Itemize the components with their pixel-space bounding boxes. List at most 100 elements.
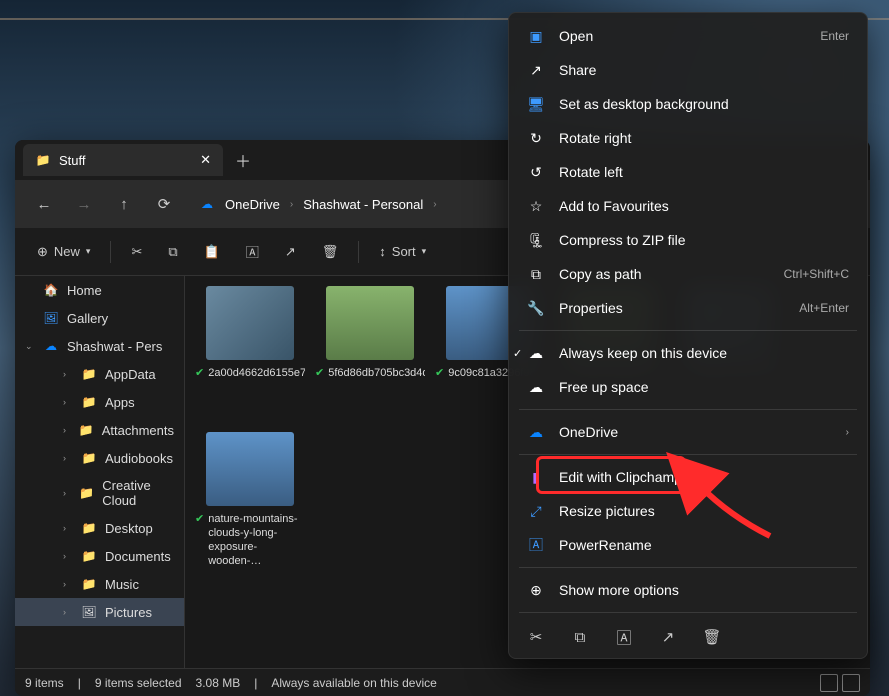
ctx-label: Compress to ZIP file bbox=[559, 232, 686, 248]
sidebar-item-label: Pictures bbox=[105, 605, 152, 620]
sidebar-item-documents[interactable]: ›📁Documents bbox=[15, 542, 184, 570]
sidebar-label: Gallery bbox=[67, 311, 108, 326]
sidebar-item-label: Attachments bbox=[102, 423, 174, 438]
ctx-resize-pictures[interactable]: ⤢ Resize pictures bbox=[515, 494, 861, 528]
ctx-copy-path[interactable]: ⧉ Copy as path Ctrl+Shift+C bbox=[515, 257, 861, 291]
ctx-rename-button[interactable]: 🄰 bbox=[613, 626, 635, 648]
copy-button[interactable]: ⧉ bbox=[158, 238, 187, 266]
ctx-add-favourites[interactable]: ☆ Add to Favourites bbox=[515, 189, 861, 223]
ctx-powerrename[interactable]: 🄰 PowerRename bbox=[515, 528, 861, 562]
new-tab-button[interactable]: ＋ bbox=[235, 148, 251, 172]
chevron-down-icon: ⌄ bbox=[25, 341, 35, 352]
share-icon: ↗ bbox=[662, 628, 675, 646]
ctx-always-keep[interactable]: ✓ ☁ Always keep on this device bbox=[515, 336, 861, 370]
chevron-right-icon: › bbox=[63, 579, 73, 589]
resize-icon: ⤢ bbox=[527, 502, 545, 520]
scissors-icon: ✂ bbox=[530, 628, 543, 646]
thumbnail-image bbox=[206, 286, 294, 360]
chevron-right-icon: › bbox=[63, 425, 71, 435]
folder-icon: 📁 bbox=[81, 576, 97, 592]
trash-icon: 🗑 bbox=[322, 244, 339, 260]
ctx-share[interactable]: ↗ Share bbox=[515, 53, 861, 87]
sidebar-item-audiobooks[interactable]: ›📁Audiobooks bbox=[15, 444, 184, 472]
sync-status-icon: ✔ bbox=[195, 512, 204, 526]
folder-icon: 📁 bbox=[79, 485, 94, 501]
sidebar-item-desktop[interactable]: ›📁Desktop bbox=[15, 514, 184, 542]
refresh-button[interactable]: ⟳ bbox=[147, 187, 181, 221]
delete-button[interactable]: 🗑 bbox=[312, 238, 349, 266]
forward-button[interactable]: → bbox=[67, 187, 101, 221]
breadcrumb-root[interactable]: OneDrive bbox=[225, 197, 280, 212]
copy-icon: ⧉ bbox=[575, 629, 586, 646]
ctx-rotate-right[interactable]: ↻ Rotate right bbox=[515, 121, 861, 155]
back-button[interactable]: ← bbox=[27, 187, 61, 221]
context-menu: ▣ Open Enter ↗ Share 🖥 Set as desktop ba… bbox=[508, 12, 868, 659]
sidebar-item-label: Desktop bbox=[105, 521, 153, 536]
chevron-right-icon: › bbox=[63, 369, 73, 379]
ctx-clipchamp[interactable]: ▮ Edit with Clipchamp bbox=[515, 460, 861, 494]
ctx-label: PowerRename bbox=[559, 537, 652, 553]
view-details-button[interactable] bbox=[820, 674, 838, 692]
ctx-set-background[interactable]: 🖥 Set as desktop background bbox=[515, 87, 861, 121]
ctx-compress-zip[interactable]: 🗜 Compress to ZIP file bbox=[515, 223, 861, 257]
ctx-share-button[interactable]: ↗ bbox=[657, 626, 679, 648]
new-label: New bbox=[54, 244, 80, 259]
sidebar-item-label: Creative Cloud bbox=[102, 478, 174, 508]
ctx-accel: Enter bbox=[820, 29, 849, 43]
ctx-bottom-bar: ✂ ⧉ 🄰 ↗ 🗑 bbox=[515, 618, 861, 652]
ctx-cut-button[interactable]: ✂ bbox=[525, 626, 547, 648]
status-count: 9 items bbox=[25, 676, 64, 690]
sidebar-item-pictures[interactable]: ›🖼Pictures bbox=[15, 598, 184, 626]
status-availability: Always available on this device bbox=[271, 676, 436, 690]
ctx-more-options[interactable]: ⊕ Show more options bbox=[515, 573, 861, 607]
file-name: 2a00d4662d6155e75032c3a34229bbda0cc7ff43… bbox=[208, 366, 305, 380]
ctx-label: Share bbox=[559, 62, 596, 78]
folder-icon: 📁 bbox=[81, 394, 97, 410]
breadcrumb-path[interactable]: Shashwat - Personal bbox=[303, 197, 423, 212]
rename-button[interactable]: 🄰 bbox=[236, 236, 269, 267]
file-thumbnail[interactable]: ✔ nature-mountains-clouds-y-long-exposure… bbox=[195, 432, 305, 568]
breadcrumb[interactable]: ☁ OneDrive › Shashwat - Personal › bbox=[199, 196, 437, 212]
share-icon: ↗ bbox=[285, 244, 296, 260]
ctx-rotate-left[interactable]: ↺ Rotate left bbox=[515, 155, 861, 189]
sidebar-item-attachments[interactable]: ›📁Attachments bbox=[15, 416, 184, 444]
up-button[interactable]: ↑ bbox=[107, 187, 141, 221]
tab-stuff[interactable]: 📁 Stuff ✕ bbox=[23, 144, 223, 176]
ctx-properties[interactable]: 🔧 Properties Alt+Enter bbox=[515, 291, 861, 325]
sort-button[interactable]: ↕ Sort ▾ bbox=[369, 238, 436, 265]
zip-icon: 🗜 bbox=[527, 231, 545, 249]
sidebar-item-music[interactable]: › 📁 Music bbox=[15, 570, 184, 598]
file-name: nature-mountains-clouds-y-long-exposure-… bbox=[208, 512, 305, 568]
folder-icon: 📁 bbox=[81, 520, 97, 536]
sidebar-item-creative-cloud[interactable]: ›📁Creative Cloud bbox=[15, 472, 184, 514]
file-thumbnail[interactable]: ✔ 2a00d4662d6155e75032c3a34229bbda0cc7ff4… bbox=[195, 286, 305, 422]
sidebar-item-appdata[interactable]: ›📁AppData bbox=[15, 360, 184, 388]
file-thumbnail[interactable]: ✔5f6d86db705bc3d4db329fd8d4e1f20b941a857… bbox=[315, 286, 425, 422]
ctx-onedrive[interactable]: ☁ OneDrive › bbox=[515, 415, 861, 449]
sidebar-gallery[interactable]: 🖼 Gallery bbox=[15, 304, 184, 332]
chevron-right-icon: › bbox=[290, 199, 293, 210]
sidebar-account[interactable]: ⌄ ☁ Shashwat - Pers bbox=[15, 332, 184, 360]
thumbnail-image bbox=[206, 432, 294, 506]
sync-status-icon: ✔ bbox=[195, 366, 204, 380]
sync-status-icon: ✔ bbox=[435, 366, 444, 380]
new-button[interactable]: ⊕ New ▾ bbox=[27, 238, 100, 266]
pictures-icon: 🖼 bbox=[81, 604, 97, 620]
chevron-right-icon: › bbox=[433, 199, 436, 210]
share-button[interactable]: ↗ bbox=[275, 238, 306, 266]
ctx-copy-button[interactable]: ⧉ bbox=[569, 626, 591, 648]
cut-button[interactable]: ✂ bbox=[121, 238, 152, 266]
ctx-open[interactable]: ▣ Open Enter bbox=[515, 19, 861, 53]
onedrive-icon: ☁ bbox=[527, 423, 545, 441]
sidebar-home[interactable]: 🏠 Home bbox=[15, 276, 184, 304]
sidebar-item-apps[interactable]: ›📁Apps bbox=[15, 388, 184, 416]
sidebar-item-label: Music bbox=[105, 577, 139, 592]
view-large-button[interactable] bbox=[842, 674, 860, 692]
rename-icon: 🄰 bbox=[246, 242, 259, 261]
ctx-label: OneDrive bbox=[559, 424, 618, 440]
ctx-free-space[interactable]: ☁ Free up space bbox=[515, 370, 861, 404]
close-tab-icon[interactable]: ✕ bbox=[200, 152, 211, 168]
ctx-delete-button[interactable]: 🗑 bbox=[701, 626, 723, 648]
ctx-label: Show more options bbox=[559, 582, 679, 598]
paste-button[interactable]: 📋 bbox=[194, 238, 230, 266]
